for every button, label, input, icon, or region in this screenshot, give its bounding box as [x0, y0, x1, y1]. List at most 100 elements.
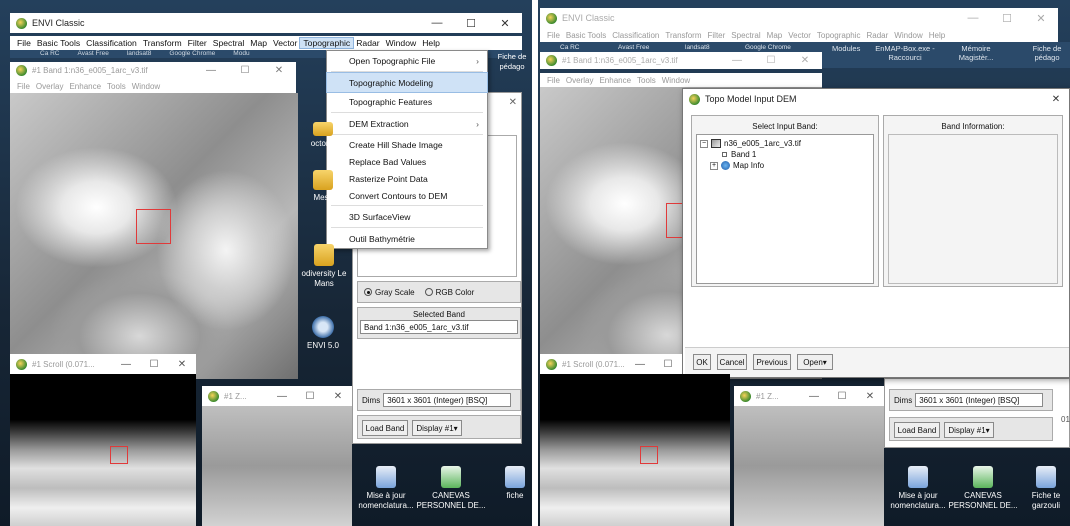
menu-enhance[interactable]: Enhance — [596, 76, 634, 85]
rgb-color-radio[interactable] — [424, 288, 433, 296]
menu-item-rasterize-point-data[interactable]: Rasterize Point Data — [327, 170, 487, 187]
maximize-icon[interactable]: ☐ — [454, 17, 488, 30]
zoom-window-image[interactable] — [202, 406, 352, 526]
menu-vector[interactable]: Vector — [270, 38, 300, 48]
scroll-region-box[interactable] — [640, 446, 658, 464]
ok-button[interactable]: OK — [693, 354, 711, 370]
menu-spectral[interactable]: Spectral — [728, 31, 763, 40]
scroll-window-image[interactable] — [540, 374, 730, 526]
close-icon[interactable]: ✕ — [1024, 12, 1058, 25]
tree-item-file[interactable]: − n36_e005_1arc_v3.tif — [700, 138, 870, 149]
desktop-icon-doctorat[interactable]: octorat — [297, 122, 349, 149]
close-icon[interactable]: ✕ — [788, 55, 822, 66]
minimize-icon[interactable]: — — [268, 391, 296, 402]
menu-window[interactable]: Window — [129, 82, 163, 91]
minimize-icon[interactable]: — — [194, 65, 228, 76]
open-dropdown-button[interactable]: Open ▾ — [797, 354, 833, 370]
minimize-icon[interactable]: — — [112, 359, 140, 370]
menu-item-replace-bad-values[interactable]: Replace Bad Values — [327, 153, 487, 170]
menu-spectral[interactable]: Spectral — [210, 38, 248, 48]
zoom-window-image[interactable] — [734, 406, 884, 526]
close-icon[interactable]: ✕ — [168, 359, 196, 370]
desktop-icon-mise-a-jour[interactable]: Mise à jour nomenclatura... — [890, 466, 946, 511]
close-icon[interactable]: ✕ — [1049, 94, 1063, 105]
maximize-icon[interactable]: ☐ — [228, 65, 262, 76]
menu-overlay[interactable]: Overlay — [563, 76, 597, 85]
menu-item-3d-surfaceview[interactable]: 3D SurfaceView — [327, 207, 487, 226]
tree-item-band[interactable]: Band 1 — [700, 149, 870, 160]
menu-enhance[interactable]: Enhance — [66, 82, 104, 91]
minimize-icon[interactable]: — — [720, 55, 754, 66]
menu-classification[interactable]: Classification — [83, 38, 140, 48]
load-band-button[interactable]: Load Band — [362, 420, 408, 436]
menu-help[interactable]: Help — [419, 38, 443, 48]
menu-basic-tools[interactable]: Basic Tools — [563, 31, 609, 40]
menu-window[interactable]: Window — [659, 76, 693, 85]
menu-overlay[interactable]: Overlay — [33, 82, 67, 91]
menu-topographic[interactable]: Topographic — [814, 31, 864, 40]
minimize-icon[interactable]: — — [800, 391, 828, 402]
load-band-button[interactable]: Load Band — [894, 422, 940, 438]
maximize-icon[interactable]: ☐ — [296, 391, 324, 402]
desktop-icon-canevas[interactable]: CANEVAS PERSONNEL DE... — [948, 466, 1018, 511]
desktop-icon-mess[interactable]: Mess — [297, 170, 349, 203]
zoom-region-box[interactable] — [136, 209, 171, 244]
band-tree[interactable]: − n36_e005_1arc_v3.tif Band 1 + Map Info — [696, 134, 874, 284]
gray-scale-radio[interactable] — [364, 288, 372, 296]
previous-button[interactable]: Previous — [753, 354, 791, 370]
menu-window[interactable]: Window — [891, 31, 925, 40]
desktop-icon-fiche[interactable]: Fiche te garzouli — [1022, 466, 1070, 511]
minimize-icon[interactable]: — — [626, 359, 654, 370]
tree-item-map-info[interactable]: + Map Info — [700, 160, 870, 171]
close-icon[interactable]: ✕ — [262, 65, 296, 76]
maximize-icon[interactable]: ☐ — [754, 55, 788, 66]
desktop-icon-biodiversity[interactable]: odiversity Le Mans — [297, 244, 351, 289]
minimize-icon[interactable]: — — [956, 12, 990, 24]
menu-item-convert-contours[interactable]: Convert Contours to DEM — [327, 187, 487, 204]
close-icon[interactable]: ✕ — [856, 391, 884, 402]
cancel-button[interactable]: Cancel — [717, 354, 747, 370]
desktop-icon-canevas[interactable]: CANEVAS PERSONNEL DE... — [416, 466, 486, 511]
maximize-icon[interactable]: ☐ — [654, 359, 682, 370]
menu-file[interactable]: File — [544, 31, 563, 40]
maximize-icon[interactable]: ☐ — [990, 12, 1024, 25]
menu-radar[interactable]: Radar — [864, 31, 892, 40]
collapse-icon[interactable]: − — [700, 139, 708, 148]
maximize-icon[interactable]: ☐ — [140, 359, 168, 370]
menu-tools[interactable]: Tools — [634, 76, 659, 85]
menu-item-open-topographic-file[interactable]: Open Topographic File › — [327, 51, 487, 70]
expand-icon[interactable]: + — [710, 161, 718, 170]
desktop-icon-envi[interactable]: ENVI 5.0 — [297, 316, 349, 351]
menu-file[interactable]: File — [544, 76, 563, 85]
menu-item-dem-extraction[interactable]: DEM Extraction › — [327, 114, 487, 133]
menu-map[interactable]: Map — [247, 38, 270, 48]
desktop-icon-fiche-bottom[interactable]: fiche — [492, 466, 532, 501]
dem-image-view[interactable] — [10, 93, 298, 379]
menu-window[interactable]: Window — [383, 38, 420, 48]
menu-help[interactable]: Help — [926, 31, 948, 40]
menu-item-create-hill-shade[interactable]: Create Hill Shade Image — [327, 136, 487, 153]
maximize-icon[interactable]: ☐ — [828, 391, 856, 402]
scroll-window-image[interactable] — [10, 374, 196, 526]
menu-file[interactable]: File — [14, 38, 34, 48]
menu-tools[interactable]: Tools — [104, 82, 129, 91]
menu-transform[interactable]: Transform — [662, 31, 704, 40]
menu-item-topographic-features[interactable]: Topographic Features — [327, 92, 487, 111]
display-dropdown-button[interactable]: Display #1 ▾ — [412, 420, 462, 436]
menu-transform[interactable]: Transform — [140, 38, 185, 48]
menu-file[interactable]: File — [14, 82, 33, 91]
display-dropdown-button[interactable]: Display #1 ▾ — [944, 422, 994, 438]
menu-item-outil-bathymetrie[interactable]: Outil Bathymétrie — [327, 229, 487, 248]
menu-vector[interactable]: Vector — [785, 31, 814, 40]
close-icon[interactable]: ✕ — [509, 97, 517, 108]
scroll-region-box[interactable] — [110, 446, 128, 464]
menu-basic-tools[interactable]: Basic Tools — [34, 38, 83, 48]
close-icon[interactable]: ✕ — [488, 17, 522, 30]
close-icon[interactable]: ✕ — [324, 391, 352, 402]
menu-item-topographic-modeling[interactable]: Topographic Modeling — [326, 72, 488, 93]
desktop-icon-mise-a-jour[interactable]: Mise à jour nomenclatura... — [358, 466, 414, 511]
minimize-icon[interactable]: — — [420, 17, 454, 29]
menu-map[interactable]: Map — [764, 31, 786, 40]
menu-classification[interactable]: Classification — [609, 31, 662, 40]
desktop-icon-fiche[interactable]: Fiche de pédago — [493, 52, 531, 72]
